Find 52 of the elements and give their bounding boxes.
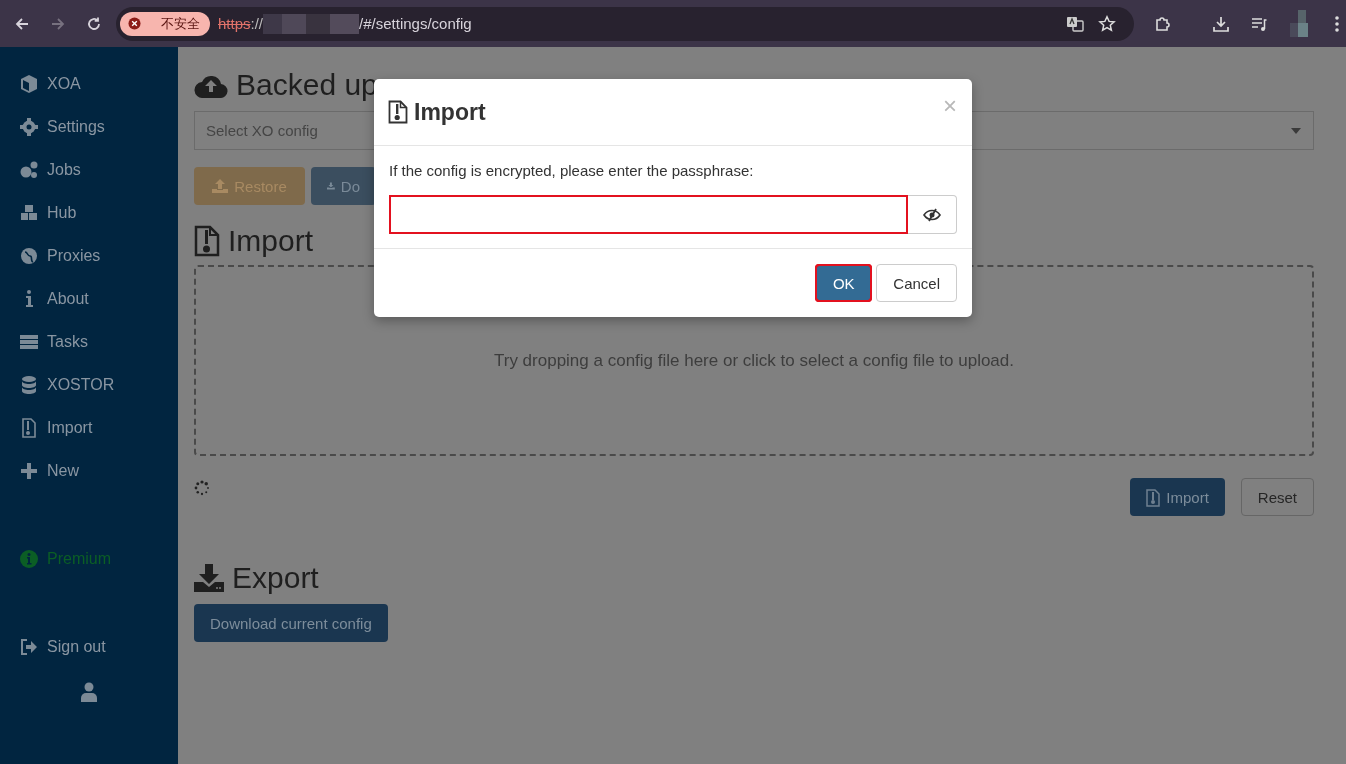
sidebar-item[interactable]: XOSTOR — [0, 374, 178, 396]
more-icon[interactable] — [1334, 14, 1340, 33]
tasks-icon — [19, 332, 39, 352]
sign-out-link[interactable]: Sign out — [0, 636, 178, 658]
security-chip[interactable]: 不安全 — [120, 11, 210, 36]
passphrase-field[interactable] — [389, 195, 908, 234]
download-config-button[interactable]: Download current config — [194, 604, 388, 642]
user-icon[interactable] — [80, 682, 98, 702]
dropzone-text: Try dropping a config file here or click to select a config file to upload. — [493, 350, 1014, 371]
caret-icon — [1291, 127, 1301, 134]
download-icon[interactable] — [1212, 14, 1230, 33]
reload-icon[interactable] — [86, 15, 102, 32]
translate-icon[interactable] — [1066, 14, 1084, 33]
download-icon — [194, 564, 224, 592]
cancel-button[interactable]: Cancel — [876, 264, 957, 302]
sidebar-item[interactable]: Proxies — [0, 245, 178, 267]
star-icon[interactable] — [1098, 14, 1116, 33]
file-icon — [1146, 489, 1161, 507]
url-scheme: https — [218, 15, 251, 32]
section-title: Import — [194, 221, 314, 261]
eye-slash-icon — [923, 207, 941, 222]
show-password-button[interactable] — [908, 195, 957, 234]
dialog-message: If the config is encrypted, please enter the passphrase: — [389, 162, 755, 179]
sidebar-item[interactable]: Jobs — [0, 159, 178, 181]
upload-icon — [212, 179, 229, 193]
sidebar-item[interactable]: Import — [0, 417, 178, 439]
plus-icon — [19, 461, 39, 481]
url-separator: :// — [250, 15, 264, 32]
cube-icon — [19, 74, 39, 94]
sidebar-item[interactable]: About — [0, 288, 178, 310]
error-icon — [128, 17, 141, 30]
sidebar-item[interactable]: Settings — [0, 116, 178, 138]
reset-button[interactable]: Reset — [1240, 478, 1314, 516]
file-icon — [19, 418, 39, 438]
sidebar-item[interactable]: XOA — [0, 73, 178, 95]
sidebar-item[interactable]: New — [0, 460, 178, 482]
section-title: Export — [194, 558, 319, 598]
file-icon — [388, 100, 408, 124]
extensions-icon[interactable] — [1154, 14, 1172, 33]
info-icon — [19, 549, 39, 569]
sidebar-item[interactable]: Tasks — [0, 331, 178, 353]
database-icon — [19, 375, 39, 395]
file-icon — [194, 225, 220, 257]
url-path: /#/settings/config — [359, 15, 472, 32]
dialog-title: Import — [388, 98, 486, 126]
sidebar-item[interactable]: Hub — [0, 202, 178, 224]
cubes-icon — [19, 203, 39, 223]
settings-icon — [19, 117, 39, 137]
back-icon[interactable] — [14, 15, 30, 32]
import-button[interactable]: Import — [1130, 478, 1225, 516]
sign-out-icon — [19, 637, 39, 657]
ok-button[interactable]: OK — [815, 264, 873, 302]
